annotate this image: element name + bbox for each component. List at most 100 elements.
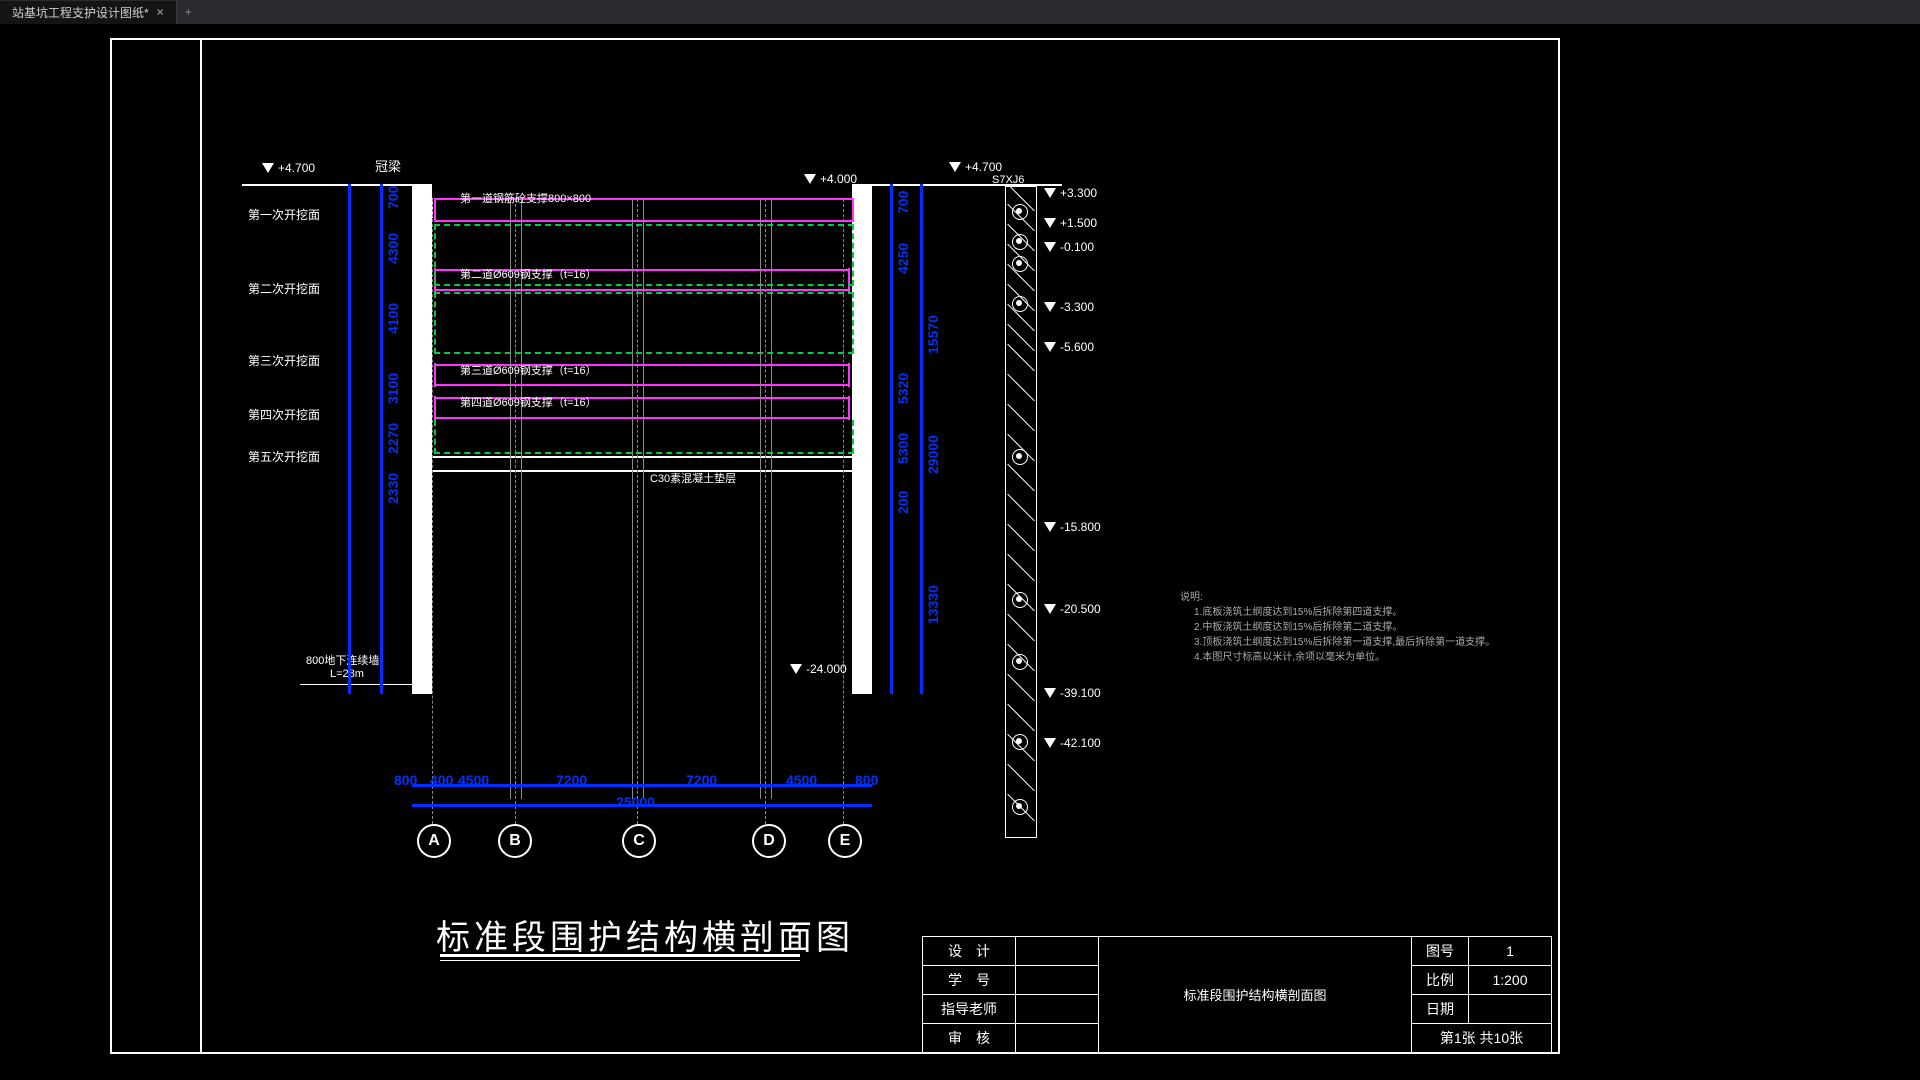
- elev-top-right2: +4.700: [965, 160, 1002, 174]
- axis-a: A: [417, 824, 451, 858]
- tb-r-2-v: [1469, 995, 1552, 1024]
- axis-b-label: B: [509, 832, 521, 850]
- vdim-r-5: 200: [895, 491, 911, 514]
- column-post-c: [632, 199, 644, 799]
- axis-e-label: E: [840, 832, 851, 850]
- hdim-total-val: 25000: [616, 794, 655, 810]
- vdim-l-4: 2270: [385, 423, 401, 454]
- soil-elev-7: -39.100: [1060, 686, 1101, 700]
- title-block-table: 设 计 标准段围护结构横剖面图 图号 1 学 号 比例 1:200 指导老师 日…: [922, 936, 1552, 1053]
- new-tab-button[interactable]: +: [177, 5, 200, 19]
- vdim-r-7: 13330: [925, 585, 941, 624]
- file-tab[interactable]: 站基坑工程支护设计图纸* ×: [0, 1, 177, 24]
- drawing-title: 标准段围护结构横剖面图: [436, 910, 854, 959]
- soil-mark-8: [1012, 734, 1028, 750]
- column-post-b: [510, 199, 522, 799]
- soil-elev-4: -5.600: [1060, 340, 1094, 354]
- c30-label: C30素混凝土垫层: [650, 470, 736, 486]
- elev-top-right: +4.000: [820, 172, 857, 186]
- axis-e-line: [843, 199, 844, 824]
- dwall-leader: [300, 684, 412, 685]
- vdim-left-chain: [380, 184, 383, 694]
- hdim-2: 7200: [556, 772, 587, 788]
- tab-title: 站基坑工程支护设计图纸*: [12, 4, 149, 21]
- tb-row-1-label: 学 号: [923, 966, 1016, 995]
- strut4-label: 第四道Ø609钢支撑（t=16）: [460, 394, 597, 410]
- axis-b-line: [515, 199, 516, 824]
- soil-elev-3: -3.300: [1060, 300, 1094, 314]
- axis-b: B: [498, 824, 532, 858]
- vdim-l-5: 2330: [385, 473, 401, 504]
- vdim-r-1: 4250: [895, 243, 911, 274]
- note-2: 2.中板浇筑土纲度达到15%后拆除第二道支撑。: [1194, 620, 1495, 635]
- axis-d: D: [752, 824, 786, 858]
- tb-r-0-v: 1: [1469, 937, 1552, 966]
- tb-center: 标准段围护结构横剖面图: [1099, 937, 1412, 1053]
- plus-icon: +: [185, 5, 192, 19]
- note-1: 1.底板浇筑土纲度达到15%后拆除第四道支撑。: [1194, 605, 1495, 620]
- vdim-r-2: 15570: [925, 315, 941, 354]
- axis-c-label: C: [633, 832, 645, 850]
- crown-beam-left-icon: ✕: [413, 198, 433, 218]
- close-icon[interactable]: ×: [157, 5, 164, 19]
- hdim-5: 800: [855, 772, 878, 788]
- strut3-label: 第三道Ø609钢支撑（t=16）: [460, 362, 597, 378]
- axis-d-label: D: [763, 832, 775, 850]
- title-block: 设 计 标准段围护结构横剖面图 图号 1 学 号 比例 1:200 指导老师 日…: [922, 936, 1552, 1053]
- tb-row-0-label: 设 计: [923, 937, 1016, 966]
- tb-row-0-val: [1016, 937, 1099, 966]
- axis-e: E: [828, 824, 862, 858]
- tb-row-2-label: 指导老师: [923, 995, 1016, 1024]
- tb-r-1-v: 1:200: [1469, 966, 1552, 995]
- soil-mark-4: [1012, 296, 1028, 312]
- dwall-length: L=28m: [330, 668, 364, 680]
- hdim-6: 400: [430, 772, 453, 788]
- title-underline1: [440, 954, 800, 957]
- vdim-right-outer: [920, 184, 923, 694]
- vdim-l-0: 700: [385, 186, 401, 209]
- vdim-r-0: 700: [895, 191, 911, 214]
- title-underline2: [440, 960, 800, 961]
- elev-top-left: +4.700: [278, 161, 315, 175]
- app-tabbar: 站基坑工程支护设计图纸* × +: [0, 0, 1920, 24]
- strut1-label: 第一道钢筋砼支撑800×800: [460, 190, 591, 206]
- excavation-zone-3: [434, 420, 854, 454]
- vdim-left-outer: [348, 184, 351, 694]
- tb-row-3-label: 审 核: [923, 1024, 1016, 1053]
- column-post-d: [760, 199, 772, 799]
- soil-elev-6: -20.500: [1060, 602, 1101, 616]
- tb-row-3-val: [1016, 1024, 1099, 1053]
- vdim-l-1: 4300: [385, 233, 401, 264]
- axis-a-line: [432, 199, 433, 824]
- drawing-canvas: ✕ ✕ 第一次开挖面 第二次开挖面 第三次开挖面 第四次开挖面 第五次开挖面 冠…: [0, 24, 1920, 1080]
- dwall-label: 800地下连续墙: [306, 652, 379, 668]
- exc-label-5: 第五次开挖面: [248, 448, 320, 465]
- soil-elev-0: +3.300: [1060, 186, 1097, 200]
- diaphragm-wall-right: [852, 184, 872, 694]
- hdim-3: 7200: [686, 772, 717, 788]
- soil-mark-3: [1012, 256, 1028, 272]
- tb-sheet: 第1张 共10张: [1412, 1024, 1552, 1053]
- axis-c: C: [622, 824, 656, 858]
- hdim-1: 4500: [458, 772, 489, 788]
- soil-elev-2: -0.100: [1060, 240, 1094, 254]
- soil-mark-1: [1012, 204, 1028, 220]
- hdim-0: 800: [394, 772, 417, 788]
- exc-label-2: 第二次开挖面: [248, 280, 320, 297]
- exc-label-1: 第一次开挖面: [248, 206, 320, 223]
- strut2-label: 第二道Ø609钢支撑（t=16）: [460, 266, 597, 282]
- exc-label-4: 第四次开挖面: [248, 406, 320, 423]
- diaphragm-wall-left: [412, 184, 432, 694]
- tb-r-1-l: 比例: [1412, 966, 1469, 995]
- soil-mark-6: [1012, 592, 1028, 608]
- notes-block: 说明: 1.底板浇筑土纲度达到15%后拆除第四道支撑。 2.中板浇筑土纲度达到1…: [1180, 590, 1495, 665]
- tb-r-0-l: 图号: [1412, 937, 1469, 966]
- soil-elev-5: -15.800: [1060, 520, 1101, 534]
- tb-r-2-l: 日期: [1412, 995, 1469, 1024]
- note-4: 4.本图尺寸标高以米计,余项以毫米为单位。: [1194, 650, 1495, 665]
- soil-mark-5: [1012, 449, 1028, 465]
- vdim-r-6: 29000: [925, 435, 941, 474]
- note-3: 3.顶板浇筑土纲度达到15%后拆除第一道支撑,最后拆除第一道支撑。: [1194, 635, 1495, 650]
- soil-elev-1: +1.500: [1060, 216, 1097, 230]
- crown-beam-label: 冠梁: [375, 156, 401, 175]
